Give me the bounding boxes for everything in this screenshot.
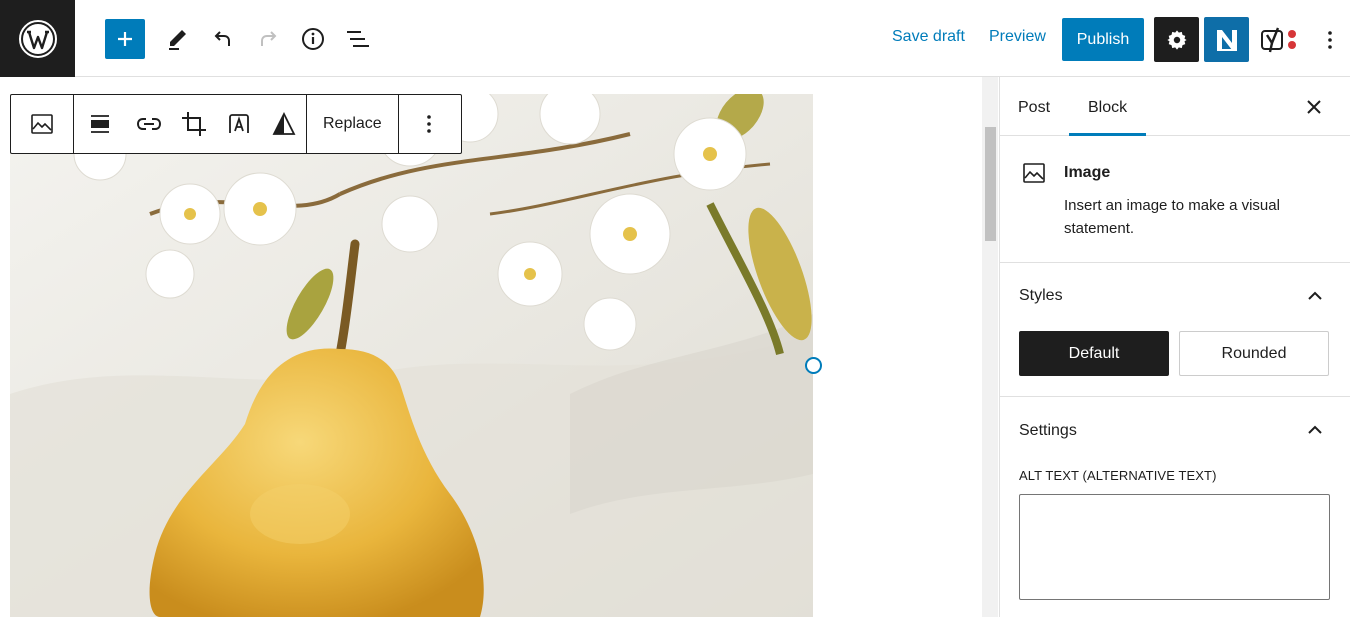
settings-panel-title[interactable]: Settings bbox=[1019, 422, 1077, 440]
wordpress-logo-button[interactable] bbox=[0, 0, 75, 77]
align-icon bbox=[91, 115, 109, 133]
editor-header: Save draft Preview Publish bbox=[0, 0, 1350, 77]
undo-button[interactable] bbox=[203, 19, 243, 59]
chevron-up-icon bbox=[1308, 291, 1322, 300]
alt-text-input[interactable] bbox=[1019, 494, 1330, 600]
add-block-icon bbox=[118, 32, 132, 46]
link-button[interactable] bbox=[126, 95, 172, 153]
block-card: Image Insert an image to make a visual s… bbox=[1000, 136, 1350, 263]
replace-group: Replace bbox=[307, 95, 399, 153]
redo-button[interactable] bbox=[248, 19, 288, 59]
wordpress-logo-icon bbox=[18, 19, 57, 58]
yoast-button[interactable] bbox=[1256, 17, 1301, 62]
add-block-button[interactable] bbox=[105, 19, 145, 59]
settings-button[interactable] bbox=[1154, 17, 1199, 62]
more-vertical-icon bbox=[426, 115, 431, 133]
alt-text-label: ALT TEXT (ALTERNATIVE TEXT) bbox=[1019, 468, 1217, 483]
canvas-scrollbar[interactable] bbox=[982, 77, 998, 617]
info-icon bbox=[302, 28, 324, 50]
pencil-tool-icon bbox=[169, 30, 186, 50]
style-rounded-button[interactable]: Rounded bbox=[1179, 331, 1329, 376]
sidebar-tabs: Post Block bbox=[1000, 77, 1350, 136]
settings-sidebar: Post Block Image Insert an image to make… bbox=[999, 77, 1350, 617]
save-draft-button[interactable]: Save draft bbox=[892, 28, 965, 46]
block-options-group bbox=[399, 95, 459, 153]
block-card-description: Insert an image to make a visual stateme… bbox=[1064, 197, 1280, 237]
chevron-up-icon bbox=[1308, 425, 1322, 434]
gear-icon bbox=[1166, 29, 1187, 50]
more-vertical-icon bbox=[1328, 30, 1332, 49]
redo-icon bbox=[261, 31, 277, 46]
options-menu-button[interactable] bbox=[1308, 17, 1350, 62]
text-overlay-icon bbox=[229, 114, 249, 133]
pear-photo bbox=[10, 94, 813, 617]
list-view-icon bbox=[347, 31, 369, 47]
tools-button[interactable] bbox=[157, 19, 197, 59]
block-controls-group bbox=[74, 95, 307, 153]
block-options-button[interactable] bbox=[399, 95, 459, 153]
block-type-button[interactable] bbox=[11, 95, 73, 153]
yoast-icon bbox=[1260, 27, 1296, 52]
image-resize-handle[interactable] bbox=[805, 357, 822, 374]
image-block-icon bbox=[1023, 163, 1045, 183]
n-plugin-icon bbox=[1216, 29, 1237, 51]
publish-button[interactable]: Publish bbox=[1062, 18, 1144, 61]
link-icon bbox=[136, 118, 162, 130]
crop-button[interactable] bbox=[172, 95, 216, 153]
n-plugin-button[interactable] bbox=[1204, 17, 1249, 62]
settings-toggle-button[interactable] bbox=[1305, 419, 1325, 439]
style-default-button[interactable]: Default bbox=[1019, 331, 1169, 376]
close-sidebar-button[interactable] bbox=[1302, 95, 1326, 119]
tab-post[interactable]: Post bbox=[1018, 99, 1050, 117]
list-view-button[interactable] bbox=[338, 19, 378, 59]
tab-block[interactable]: Block bbox=[1088, 99, 1127, 117]
scrollbar-thumb[interactable] bbox=[985, 127, 996, 241]
block-switcher-group bbox=[11, 95, 74, 153]
text-overlay-button[interactable] bbox=[216, 95, 262, 153]
editor-canvas[interactable] bbox=[0, 77, 998, 617]
preview-button[interactable]: Preview bbox=[989, 28, 1046, 46]
image-block[interactable] bbox=[10, 94, 813, 617]
image-block-icon bbox=[31, 114, 53, 134]
replace-button[interactable]: Replace bbox=[307, 95, 398, 153]
undo-icon bbox=[214, 31, 230, 46]
duotone-button[interactable] bbox=[262, 95, 306, 153]
align-button[interactable] bbox=[74, 95, 126, 153]
settings-panel: Settings ALT TEXT (ALTERNATIVE TEXT) bbox=[1000, 397, 1350, 617]
crop-icon bbox=[182, 112, 206, 136]
details-button[interactable] bbox=[293, 19, 333, 59]
duotone-icon bbox=[272, 112, 296, 135]
styles-panel-title[interactable]: Styles bbox=[1019, 287, 1063, 305]
block-card-title: Image bbox=[1064, 164, 1111, 181]
styles-panel: Styles Default Rounded bbox=[1000, 263, 1350, 397]
block-toolbar: Replace bbox=[10, 94, 462, 154]
close-icon bbox=[1307, 100, 1321, 114]
styles-toggle-button[interactable] bbox=[1305, 285, 1325, 305]
